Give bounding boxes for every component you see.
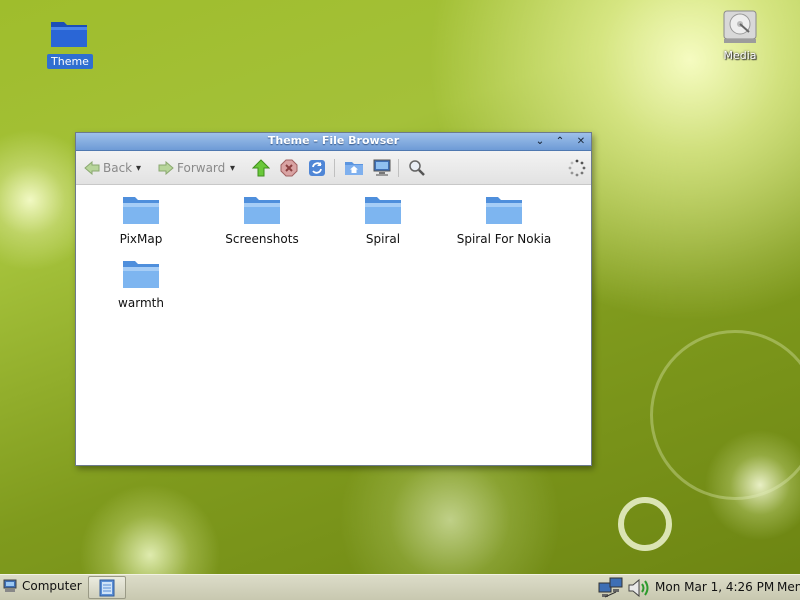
toolbar: Back ▾ Forward ▾ — [76, 151, 591, 185]
reload-button[interactable] — [308, 157, 326, 179]
desktop-icon-label: Theme — [47, 54, 93, 69]
folder-item[interactable]: Spiral — [328, 194, 438, 246]
folder-item[interactable]: Spiral For Nokia — [449, 194, 559, 246]
volume-icon[interactable] — [627, 577, 651, 600]
forward-history-dropdown[interactable]: ▾ — [230, 157, 235, 179]
desktop-icon-media[interactable]: Media — [718, 10, 762, 62]
taskbar: Computer Mon Mar 1, 4:26 PM Menu — [0, 574, 800, 600]
computer-menu-button[interactable]: Computer — [3, 579, 82, 593]
folder-icon — [51, 22, 87, 47]
activity-spinner-icon — [568, 157, 586, 179]
folder-icon — [365, 197, 401, 224]
folder-name: Screenshots — [225, 232, 299, 246]
forward-label: Forward — [177, 161, 226, 175]
back-arrow-icon — [84, 161, 100, 175]
computer-menu-label: Computer — [22, 579, 82, 593]
minimize-button[interactable]: ⌄ — [532, 134, 548, 149]
back-label: Back — [103, 161, 133, 175]
toolbar-separator — [334, 159, 335, 177]
folder-icon — [486, 197, 522, 224]
file-browser-window: Theme - File Browser ⌄ ⌃ ✕ Back ▾ Forwar… — [75, 132, 592, 466]
hard-disk-icon — [723, 10, 757, 43]
network-icon[interactable] — [598, 577, 624, 600]
forward-button[interactable]: Forward — [158, 157, 225, 179]
folder-icon — [244, 197, 280, 224]
reload-icon — [309, 160, 325, 176]
desktop-icon-label: Media — [723, 49, 757, 62]
folder-name: PixMap — [119, 232, 163, 246]
folder-name: Spiral — [365, 232, 401, 246]
back-history-dropdown[interactable]: ▾ — [136, 157, 141, 179]
folder-icon — [123, 197, 159, 224]
home-button[interactable] — [344, 157, 364, 179]
clock[interactable]: Mon Mar 1, 4:26 PM — [655, 580, 774, 594]
folder-item[interactable]: Screenshots — [207, 194, 317, 246]
search-icon — [409, 160, 425, 176]
search-button[interactable] — [408, 157, 426, 179]
window-titlebar[interactable]: Theme - File Browser ⌄ ⌃ ✕ — [76, 133, 591, 151]
up-button[interactable] — [252, 157, 270, 179]
folder-name: warmth — [118, 296, 164, 310]
home-folder-icon — [345, 162, 363, 175]
desktop-icon-theme[interactable]: Theme — [47, 18, 93, 69]
toolbar-separator — [398, 159, 399, 177]
stop-button[interactable] — [280, 157, 298, 179]
wallpaper-ring — [618, 497, 672, 551]
up-arrow-icon — [252, 159, 270, 177]
main-menu-button[interactable]: Menu — [777, 580, 800, 594]
close-button[interactable]: ✕ — [573, 134, 589, 149]
window-title: Theme - File Browser — [267, 134, 400, 147]
forward-arrow-icon — [158, 161, 174, 175]
computer-icon — [3, 579, 17, 592]
maximize-button[interactable]: ⌃ — [552, 134, 568, 149]
file-list: PixMap Screenshots Spiral Spiral For Nok… — [76, 186, 591, 465]
folder-name: Spiral For Nokia — [456, 232, 552, 246]
monitor-icon — [373, 159, 391, 176]
stop-icon — [280, 159, 298, 177]
folder-item[interactable]: warmth — [86, 258, 196, 310]
wallpaper-ring-large — [650, 330, 800, 500]
folder-item[interactable]: PixMap — [86, 194, 196, 246]
folder-icon — [123, 261, 159, 288]
computer-button[interactable] — [372, 157, 392, 179]
taskbar-window-button[interactable] — [88, 576, 126, 599]
back-button[interactable]: Back — [84, 157, 132, 179]
file-browser-icon — [99, 579, 115, 596]
